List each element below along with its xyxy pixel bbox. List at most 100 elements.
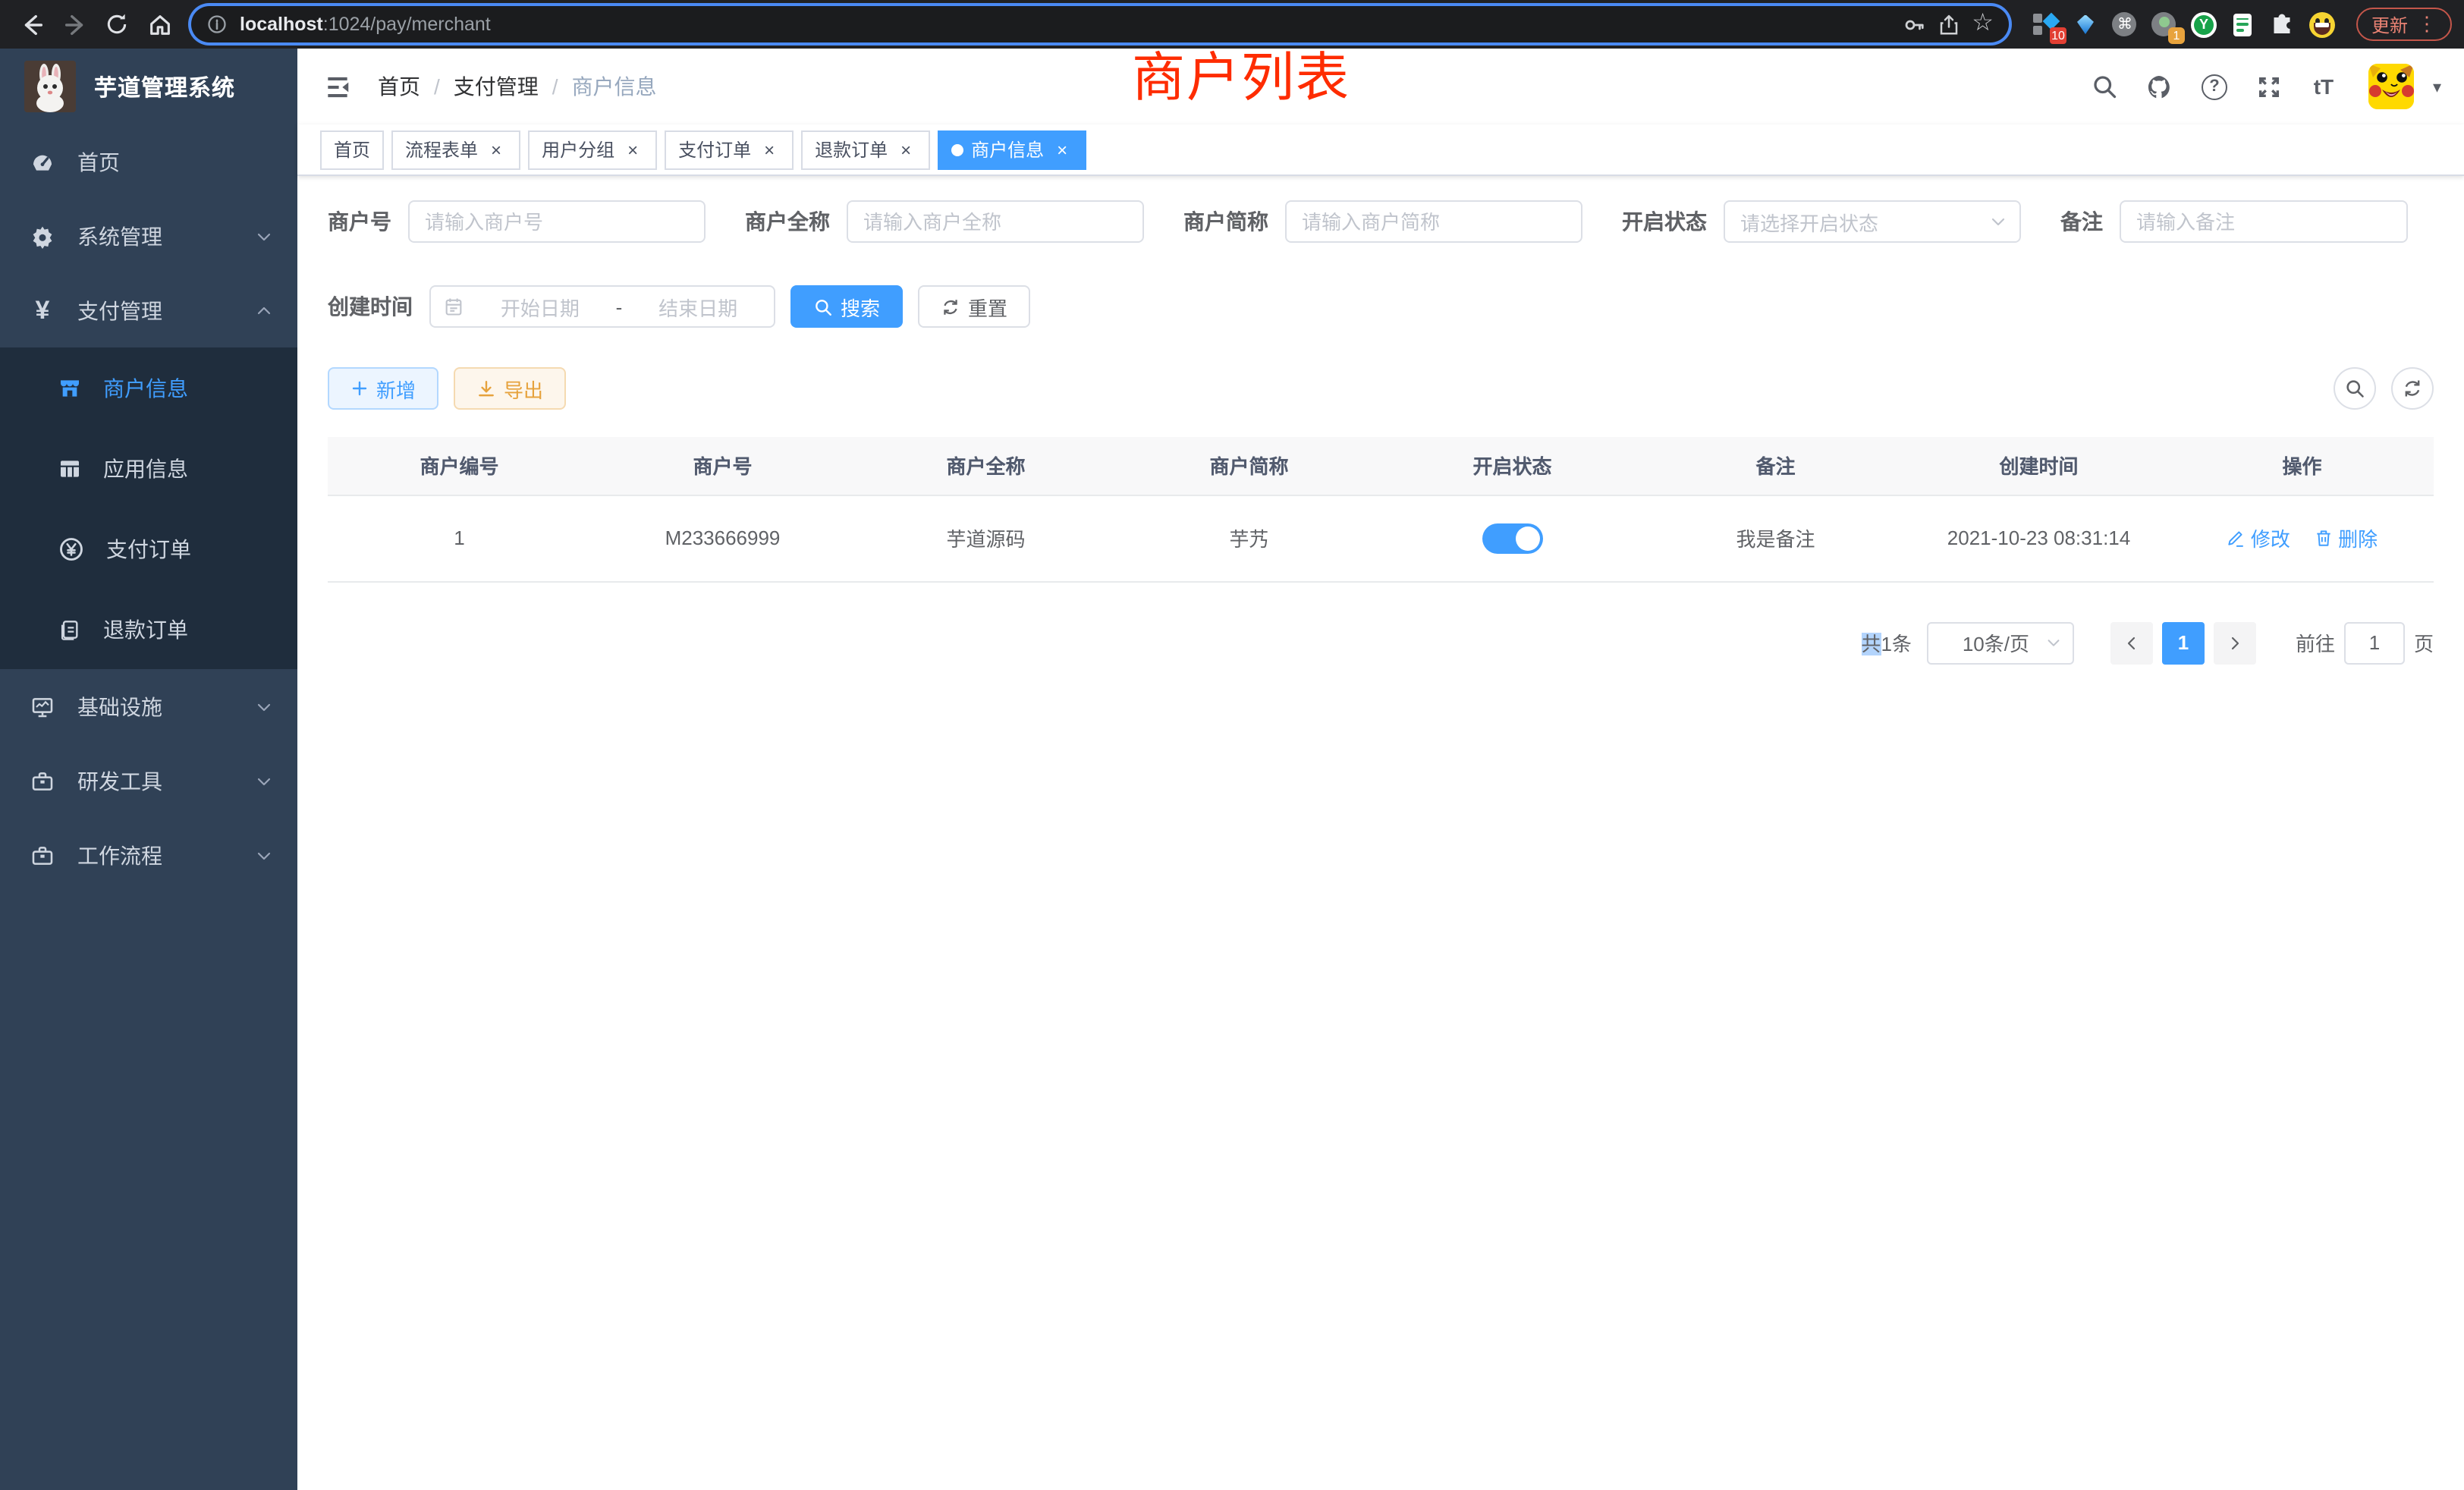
browser-menu-icon[interactable]: ⋮ xyxy=(2417,12,2437,36)
status-select[interactable]: 请选择开启状态 xyxy=(1724,200,2021,243)
refresh-table-button[interactable] xyxy=(2391,367,2434,410)
url-path: :1024/pay/merchant xyxy=(323,14,491,35)
reset-button[interactable]: 重置 xyxy=(918,285,1030,328)
dashboard-icon xyxy=(30,149,55,174)
sidebar-item-system[interactable]: 系统管理 xyxy=(0,199,297,273)
search-button[interactable]: 搜索 xyxy=(790,285,903,328)
sidebar-item-pay[interactable]: ¥ 支付管理 xyxy=(0,273,297,347)
goto-page-input[interactable] xyxy=(2344,621,2405,664)
col-create-time: 创建时间 xyxy=(1907,437,2170,495)
pay-submenu: 商户信息 应用信息 支付订单 退款订单 xyxy=(0,347,297,669)
close-icon[interactable]: × xyxy=(622,139,643,160)
next-page-button[interactable] xyxy=(2214,621,2256,664)
breadcrumb-pay[interactable]: 支付管理 xyxy=(454,71,539,102)
show-search-toggle-button[interactable] xyxy=(2334,367,2376,410)
close-icon[interactable]: × xyxy=(486,139,507,160)
calendar-icon xyxy=(443,296,464,317)
browser-back-button[interactable] xyxy=(12,5,52,44)
edit-button[interactable]: 修改 xyxy=(2227,523,2290,552)
merchant-no-input[interactable] xyxy=(408,200,706,243)
tag-merchant-info-active[interactable]: 商户信息× xyxy=(938,130,1086,169)
close-icon[interactable]: × xyxy=(1051,139,1073,160)
extension-notes-icon[interactable] xyxy=(2230,11,2256,37)
filter-row-1: 商户号 商户全称 商户简称 开启状态 请选择开启状态 xyxy=(328,200,2434,243)
filter-row-2: 创建时间 开始日期 - 结束日期 搜索 重置 xyxy=(328,285,2434,328)
sidebar-item-devtools[interactable]: 研发工具 xyxy=(0,743,297,818)
sidebar-item-home[interactable]: 首页 xyxy=(0,124,297,199)
font-size-icon[interactable]: tT xyxy=(2302,65,2345,108)
password-key-icon[interactable] xyxy=(1902,13,1925,36)
extension-command-icon[interactable]: ⌘ xyxy=(2112,11,2138,37)
extension-sketch-icon[interactable]: 10 xyxy=(2033,11,2059,37)
active-dot-icon xyxy=(951,143,963,156)
chevron-down-icon xyxy=(1989,212,2007,231)
app-window: 芋道管理系统 首页 系统管理 ¥ 支付管理 商户信息 xyxy=(0,49,2464,1490)
cell-full-name: 芋道源码 xyxy=(854,495,1117,581)
extensions-puzzle-icon[interactable] xyxy=(2270,11,2296,37)
close-icon[interactable]: × xyxy=(895,139,916,160)
page-size-select[interactable]: 10条/页 xyxy=(1927,621,2074,664)
help-icon[interactable]: ? xyxy=(2193,65,2236,108)
export-button[interactable]: 导出 xyxy=(454,367,566,410)
sidebar-item-app-info[interactable]: 应用信息 xyxy=(0,428,297,508)
browser-forward-button[interactable] xyxy=(55,5,94,44)
filter-status: 开启状态 请选择开启状态 xyxy=(1622,200,2021,243)
tag-refund-order[interactable]: 退款订单× xyxy=(801,130,930,169)
monitor-icon xyxy=(30,694,55,718)
extension-y-icon[interactable]: Y xyxy=(2191,11,2217,37)
close-icon[interactable]: × xyxy=(759,139,780,160)
fullscreen-icon[interactable] xyxy=(2248,65,2290,108)
page-number-1[interactable]: 1 xyxy=(2162,621,2205,664)
share-icon[interactable] xyxy=(1937,13,1960,36)
address-bar[interactable]: localhost :1024/pay/merchant ☆ xyxy=(191,6,2009,42)
bookmark-star-icon[interactable]: ☆ xyxy=(1972,12,1994,36)
tag-user-group[interactable]: 用户分组× xyxy=(528,130,657,169)
search-icon xyxy=(813,297,833,316)
prev-page-button[interactable] xyxy=(2110,621,2153,664)
extension-kite-icon[interactable] xyxy=(2073,11,2098,37)
site-info-icon[interactable] xyxy=(206,14,228,35)
user-avatar-pikachu[interactable] xyxy=(2369,64,2415,109)
avatar-caret-icon[interactable]: ▾ xyxy=(2433,77,2441,96)
yen-icon: ¥ xyxy=(30,295,55,325)
pagination-total: 共1条 xyxy=(1861,628,1912,657)
github-icon[interactable] xyxy=(2139,65,2181,108)
extension-circle-icon[interactable]: 1 xyxy=(2151,11,2177,37)
sidebar-collapse-icon[interactable] xyxy=(320,70,354,103)
full-name-input[interactable] xyxy=(847,200,1144,243)
refund-doc-icon xyxy=(58,617,82,641)
breadcrumb-home[interactable]: 首页 xyxy=(378,71,420,102)
header-search-icon[interactable] xyxy=(2084,65,2126,108)
grid-icon xyxy=(58,456,82,480)
tag-process-form[interactable]: 流程表单× xyxy=(391,130,520,169)
create-time-range-picker[interactable]: 开始日期 - 结束日期 xyxy=(429,285,775,328)
browser-home-button[interactable] xyxy=(140,5,179,44)
tag-pay-order[interactable]: 支付订单× xyxy=(665,130,794,169)
delete-button[interactable]: 删除 xyxy=(2314,523,2378,552)
tag-home[interactable]: 首页 xyxy=(320,130,384,169)
sidebar-item-pay-order[interactable]: 支付订单 xyxy=(0,508,297,589)
sidebar-item-refund-order[interactable]: 退款订单 xyxy=(0,589,297,669)
sidebar-logo[interactable]: 芋道管理系统 xyxy=(0,49,297,124)
sidebar-item-workflow[interactable]: 工作流程 xyxy=(0,818,297,892)
chevron-down-icon xyxy=(255,227,273,245)
plus-icon xyxy=(350,379,369,398)
status-toggle[interactable] xyxy=(1482,523,1543,553)
cell-remark: 我是备注 xyxy=(1644,495,1907,581)
short-name-input[interactable] xyxy=(1285,200,1582,243)
screen: localhost :1024/pay/merchant ☆ 10 ⌘ 1 Y xyxy=(0,0,2464,1490)
remark-input[interactable] xyxy=(2120,200,2408,243)
pay-order-icon xyxy=(58,535,85,562)
sidebar-item-merchant-info[interactable]: 商户信息 xyxy=(0,347,297,428)
profile-emoji-avatar[interactable] xyxy=(2309,11,2335,37)
main-area: 首页 / 支付管理 / 商户信息 ? tT xyxy=(297,49,2464,1490)
col-merchant-no: 商户号 xyxy=(591,437,854,495)
sidebar-item-infra[interactable]: 基础设施 xyxy=(0,669,297,743)
chrome-update-button[interactable]: 更新 ⋮ xyxy=(2356,8,2452,41)
app-title: 芋道管理系统 xyxy=(94,71,235,102)
logo-rabbit-image xyxy=(24,61,76,112)
chevron-down-icon xyxy=(255,697,273,715)
table-header-row: 商户编号 商户号 商户全称 商户简称 开启状态 备注 创建时间 操作 xyxy=(328,437,2434,495)
add-button[interactable]: 新增 xyxy=(328,367,438,410)
browser-reload-button[interactable] xyxy=(97,5,137,44)
